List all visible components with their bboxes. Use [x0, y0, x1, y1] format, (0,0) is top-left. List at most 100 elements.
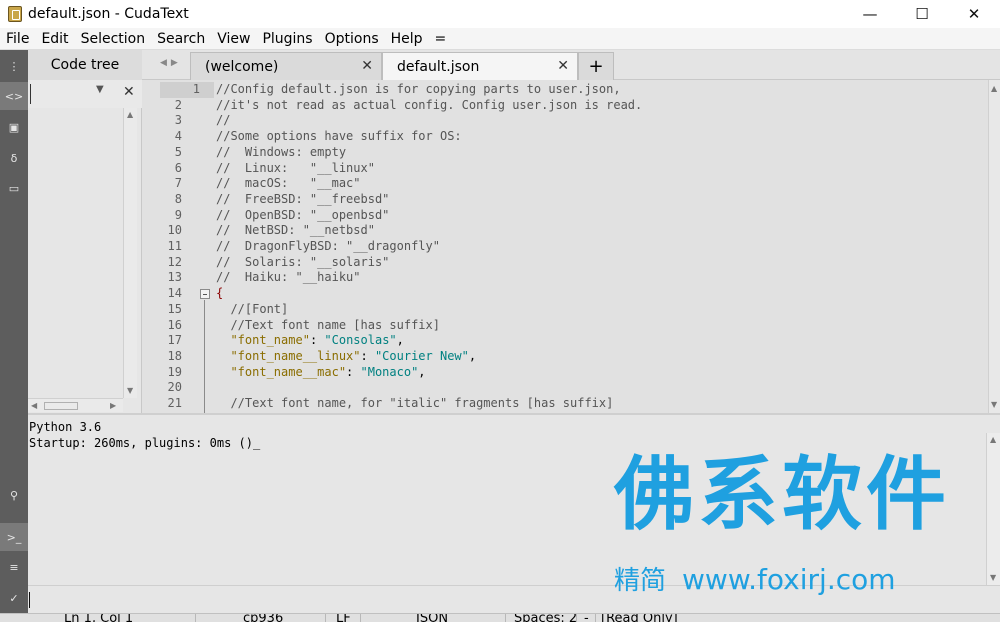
code-line[interactable]: "font_name__linux": "Courier New",	[216, 349, 476, 365]
code-line[interactable]: // Windows: empty	[216, 145, 346, 161]
code-line[interactable]: // FreeBSD: "__freebsd"	[216, 192, 389, 208]
line-number: 16	[167, 317, 182, 332]
scroll-down-icon[interactable]: ▼	[127, 386, 133, 395]
menu-options[interactable]: Options	[319, 28, 385, 50]
code-token: // FreeBSD: "__freebsd"	[216, 191, 390, 206]
code-line[interactable]: //Config default.json is for copying par…	[216, 82, 621, 98]
editor-vertical-scrollbar[interactable]: ▲ ▼	[988, 80, 1000, 413]
tabs-icon[interactable]: ▭	[0, 174, 28, 202]
status-tab-size[interactable]: Spaces: 2	[514, 614, 577, 622]
code-tree-filter[interactable]: ▼ ✕	[28, 80, 148, 108]
menu-dots-icon[interactable]: ⋮	[0, 52, 28, 80]
status-cursor-position[interactable]: Ln 1, Col 1	[64, 614, 133, 622]
status-flag: -	[584, 613, 589, 622]
menu-help[interactable]: Help	[385, 28, 429, 50]
code-line[interactable]: //it's not read as actual config. Config…	[216, 98, 642, 114]
menu-file[interactable]: File	[0, 28, 35, 50]
close-icon[interactable]: ✕	[557, 58, 569, 74]
search-icon[interactable]: ⚲	[0, 481, 28, 509]
code-token: // Solaris: "__solaris"	[216, 254, 390, 269]
tab-default-json[interactable]: default.json ✕	[382, 52, 578, 80]
snippets-icon[interactable]: δ	[0, 144, 28, 172]
scroll-down-icon[interactable]: ▼	[991, 400, 997, 409]
menu-search[interactable]: Search	[151, 28, 211, 50]
code-token: // macOS: "__mac"	[216, 176, 361, 191]
code-line[interactable]: //Text font name [has suffix]	[216, 318, 440, 334]
line-number: 14	[167, 286, 182, 301]
maximize-button[interactable]: ☐	[896, 0, 948, 28]
scroll-up-icon[interactable]: ▲	[990, 435, 996, 444]
code-line[interactable]: //[Font]	[216, 302, 288, 318]
fold-toggle-icon[interactable]	[200, 289, 210, 300]
code-token: :	[309, 333, 325, 348]
status-lexer[interactable]: JSON	[416, 614, 448, 622]
code-token: "font_name"	[230, 333, 310, 348]
code-tree-horizontal-scrollbar[interactable]: ◀ ▶	[28, 398, 123, 412]
code-token: // Linux: "__linux"	[216, 160, 375, 175]
menu-edit[interactable]: Edit	[35, 28, 74, 50]
status-encoding[interactable]: cp936	[243, 614, 283, 622]
scroll-up-icon[interactable]: ▲	[127, 110, 133, 119]
sidebar: ⋮ <> ▣ δ ▭ ⚲ >_ ≡ ✓	[0, 50, 28, 622]
code-line[interactable]: //	[216, 113, 230, 129]
line-number: 2	[174, 97, 182, 112]
console-vertical-scrollbar[interactable]: ▲ ▼	[986, 433, 1000, 587]
close-icon[interactable]: ✕	[361, 58, 373, 74]
code-line[interactable]: // DragonFlyBSD: "__dragonfly"	[216, 239, 440, 255]
line-number: 3	[174, 113, 182, 128]
code-line[interactable]: //Text font name, for "italic" fragments…	[216, 396, 613, 412]
code-line[interactable]: {	[216, 286, 223, 302]
console-line: Python 3.6	[29, 420, 102, 434]
add-tab-button[interactable]: +	[578, 52, 614, 80]
menu-plugins[interactable]: Plugins	[256, 28, 318, 50]
menu-extra[interactable]: =	[429, 28, 453, 50]
project-icon[interactable]: ▣	[0, 113, 28, 141]
code-tree-panel: Code tree ▼ ✕ ▲ ▼ ◀ ▶	[28, 50, 148, 413]
code-line[interactable]: "font_name": "Consolas",	[216, 333, 403, 349]
line-number: 11	[167, 239, 182, 253]
editor[interactable]: 1 2 3 4 5 6 7 8 9 10 11 12 13 14 15 16 17 18 19 20 21 //Conf…	[142, 80, 1000, 413]
line-number: 7	[174, 176, 182, 191]
code-tree-icon[interactable]: <>	[0, 82, 28, 110]
tab-bar: ◀▶ (welcome) ✕ default.json ✕ +	[142, 50, 1000, 80]
code-line[interactable]: // NetBSD: "__netbsd"	[216, 223, 375, 239]
menu-selection[interactable]: Selection	[75, 28, 152, 50]
code-tree-vertical-scrollbar[interactable]: ▲ ▼	[123, 108, 137, 398]
watermark-logo-text: 佛系软件	[614, 448, 950, 541]
console-icon[interactable]: >_	[0, 523, 28, 551]
code-token: // OpenBSD: "__openbsd"	[216, 207, 390, 222]
chevron-down-icon[interactable]: ▼	[96, 84, 104, 95]
scroll-right-icon[interactable]: ▶	[110, 401, 116, 410]
scroll-left-icon[interactable]: ◀	[31, 401, 37, 410]
scroll-down-icon[interactable]: ▼	[990, 573, 996, 582]
tab-welcome[interactable]: (welcome) ✕	[190, 52, 382, 80]
code-area[interactable]: //Config default.json is for copying par…	[214, 80, 982, 413]
line-number: 4	[174, 129, 182, 144]
status-line-ends[interactable]: LF	[336, 614, 351, 622]
code-token: //Some options have suffix for OS:	[216, 129, 462, 144]
close-window-button[interactable]: ✕	[948, 0, 1000, 28]
code-line[interactable]: // macOS: "__mac"	[216, 176, 361, 192]
code-token: :	[346, 364, 361, 379]
tab-nav-arrows-icon[interactable]: ◀▶	[160, 58, 182, 68]
code-line[interactable]: "font_name__mac": "Monaco",	[216, 364, 425, 381]
code-tree-filter-input[interactable]	[30, 84, 120, 104]
code-token: //[Font]	[216, 301, 289, 316]
output-icon[interactable]: ≡	[0, 553, 28, 581]
validate-icon[interactable]: ✓	[0, 584, 28, 612]
line-number: 19	[167, 364, 182, 379]
code-line[interactable]: //Some options have suffix for OS:	[216, 129, 462, 145]
code-line[interactable]: // Solaris: "__solaris"	[216, 255, 389, 271]
menu-view[interactable]: View	[211, 28, 256, 50]
code-line[interactable]: // Linux: "__linux"	[216, 161, 375, 177]
code-line[interactable]: // OpenBSD: "__openbsd"	[216, 208, 389, 224]
scroll-thumb[interactable]	[44, 402, 78, 410]
scroll-up-icon[interactable]: ▲	[991, 84, 997, 93]
status-read-only[interactable]: [Read Only]	[601, 614, 678, 622]
close-icon[interactable]: ✕	[123, 84, 135, 100]
code-line[interactable]: // Haiku: "__haiku"	[216, 270, 361, 286]
code-token: //Text font name [has suffix]	[216, 317, 440, 332]
minimize-button[interactable]: —	[844, 0, 896, 28]
window-controls: — ☐ ✕	[844, 0, 1000, 28]
window-title: default.json - CudaText	[28, 6, 189, 22]
